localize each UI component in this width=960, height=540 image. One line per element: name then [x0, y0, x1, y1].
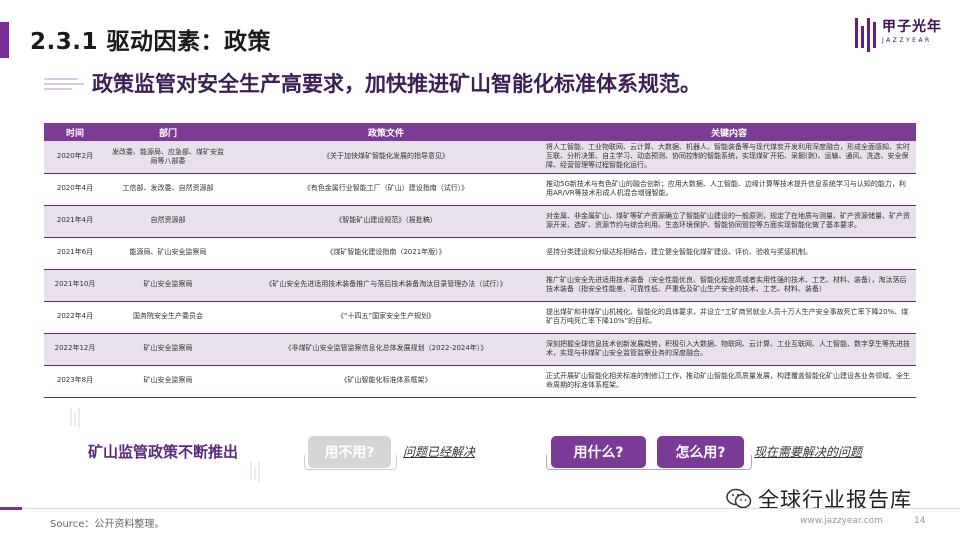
pill-use-what: 用什么? [551, 436, 646, 468]
header-time: 时间 [44, 123, 106, 141]
cell-time: 2020年2月 [44, 141, 106, 174]
table-row: 2021年4月 自然资源部 《智能矿山建设规范》（报批稿） 对金属、非金属矿山、… [44, 205, 916, 238]
cell-dept: 发改委、能源局、应急部、煤矿安监局等八部委 [106, 141, 230, 174]
cell-dept: 能源局、矿山安全监察局 [106, 237, 230, 270]
cell-doc: 《关于加快煤矿智能化发展的指导意见》 [230, 141, 542, 174]
cell-key: 将人工智能、工业物联网、云计算、大数据、机器人、智能装备等与现代煤炭开发利用深度… [542, 141, 916, 174]
watermark-logo-icon [70, 408, 80, 428]
cell-time: 2021年4月 [44, 205, 106, 238]
table-row: 2023年8月 矿山安全监察局 《矿山智能化标准体系框架》 正式开展矿山智能化相… [44, 365, 916, 398]
table-row: 2021年10月 矿山安全监察局 《矿山安全先进适用技术装备推广与落后技术装备淘… [44, 269, 916, 302]
pill-use-or-not: 用不用? [308, 436, 391, 468]
decorative-lines [44, 78, 84, 93]
cell-time: 2023年8月 [44, 365, 106, 398]
table-row: 2020年4月 工信部、发改委、自然资源部 《有色金属行业智能工厂（矿山）建设指… [44, 173, 916, 206]
cell-dept: 国务院安全生产委员会 [106, 301, 230, 334]
cell-doc: 《智能矿山建设规范》（报批稿） [230, 205, 542, 238]
cell-doc: 《矿山智能化标准体系框架》 [230, 365, 542, 398]
table-row: 2020年2月 发改委、能源局、应急部、煤矿安监局等八部委 《关于加快煤矿智能化… [44, 141, 916, 174]
cell-time: 2022年4月 [44, 301, 106, 334]
logo-en: JAZZYEAR [882, 37, 932, 44]
cell-time: 2021年6月 [44, 237, 106, 270]
note-current-problem: 现在需要解决的问题 [754, 445, 863, 459]
cell-time: 2022年12月 [44, 333, 106, 366]
page-number: 14 [914, 516, 926, 526]
cell-dept: 矿山安全监察局 [106, 333, 230, 366]
title-accent-bar [0, 22, 9, 58]
footer-accent [0, 507, 22, 510]
source-note: Source：公开资料整理。 [50, 519, 165, 530]
cell-dept: 矿山安全监察局 [106, 365, 230, 398]
cell-doc: 《“十四五”国家安全生产规划》 [230, 301, 542, 334]
cell-key: 推广矿山安全先进适用技术装备（安全性能优良、智能化程度高或者实用性强的技术、工艺… [542, 269, 916, 302]
cell-dept: 工信部、发改委、自然资源部 [106, 173, 230, 206]
table-row: 2022年4月 国务院安全生产委员会 《“十四五”国家安全生产规划》 提出煤矿和… [44, 301, 916, 334]
header-dept: 部门 [106, 123, 230, 141]
cell-doc: 《有色金属行业智能工厂（矿山）建设指南（试行）》 [230, 173, 542, 206]
cell-doc: 《矿山安全先进适用技术装备推广与落后技术装备淘汰目录管理办法（试行）》 [230, 269, 542, 302]
watermark-text: 全球行业报告库 [758, 488, 912, 512]
jazzyear-logo: 甲子光年 JAZZYEAR [855, 16, 942, 52]
cell-time: 2021年10月 [44, 269, 106, 302]
pill-how-to-use: 怎么用? [657, 436, 744, 468]
watermark-logo-icon [250, 462, 260, 482]
note-solved: 问题已经解决 [403, 445, 476, 459]
cell-time: 2020年4月 [44, 173, 106, 206]
table-header-row: 时间 部门 政策文件 关键内容 [44, 123, 916, 141]
logo-cn: 甲子光年 [882, 19, 942, 35]
headline: 政策监管对安全生产高要求，加快推进矿山智能化标准体系规范。 [92, 72, 701, 96]
cell-dept: 自然资源部 [106, 205, 230, 238]
cell-key: 深刻把握全球信息技术创新发展趋势，积极引入大数据、物联网、云计算、工业互联网、人… [542, 333, 916, 366]
cell-key: 推动5G新技术与有色矿山的融合创新；应用大数据、人工智能、边缘计算等技术提升信息… [542, 173, 916, 206]
header-doc: 政策文件 [230, 123, 542, 141]
policy-trend-label: 矿山监管政策不断推出 [88, 443, 239, 461]
logo-bars-icon [855, 18, 876, 52]
cell-dept: 矿山安全监察局 [106, 269, 230, 302]
cell-doc: 《煤矿智能化建设指南（2021年版）》 [230, 237, 542, 270]
cell-key: 对金属、非金属矿山、煤矿等矿产资源确立了智能矿山建设的一般原则，规定了在地质与测… [542, 205, 916, 238]
cell-key: 正式开展矿山智能化相关标准的制修订工作，推动矿山智能化高质量发展，构建覆盖智能化… [542, 365, 916, 398]
footer-url[interactable]: www.jazzyear.com [800, 516, 883, 526]
wechat-watermark: 全球行业报告库 [726, 484, 912, 514]
cell-key: 提出煤矿和非煤矿山机械化、智能化的具体要求，并设立“工矿商贸就业人员十万人生产安… [542, 301, 916, 334]
header-key: 关键内容 [542, 123, 916, 141]
section-title: 2.3.1 驱动因素：政策 [30, 29, 271, 55]
wechat-icon [726, 488, 752, 509]
cell-key: 坚持分类建设和分级达标相结合，建立健全智能化煤矿建设、评价、验收与奖惩机制。 [542, 237, 916, 270]
table-row: 2021年6月 能源局、矿山安全监察局 《煤矿智能化建设指南（2021年版）》 … [44, 237, 916, 270]
footer-divider [0, 508, 960, 509]
table-row: 2022年12月 矿山安全监察局 《非煤矿山安全监管监察信息化总体发展规划（20… [44, 333, 916, 366]
policy-table: 时间 部门 政策文件 关键内容 2020年2月 发改委、能源局、应急部、煤矿安监… [44, 123, 916, 398]
cell-doc: 《非煤矿山安全监管监察信息化总体发展规划（2022-2024年）》 [230, 333, 542, 366]
